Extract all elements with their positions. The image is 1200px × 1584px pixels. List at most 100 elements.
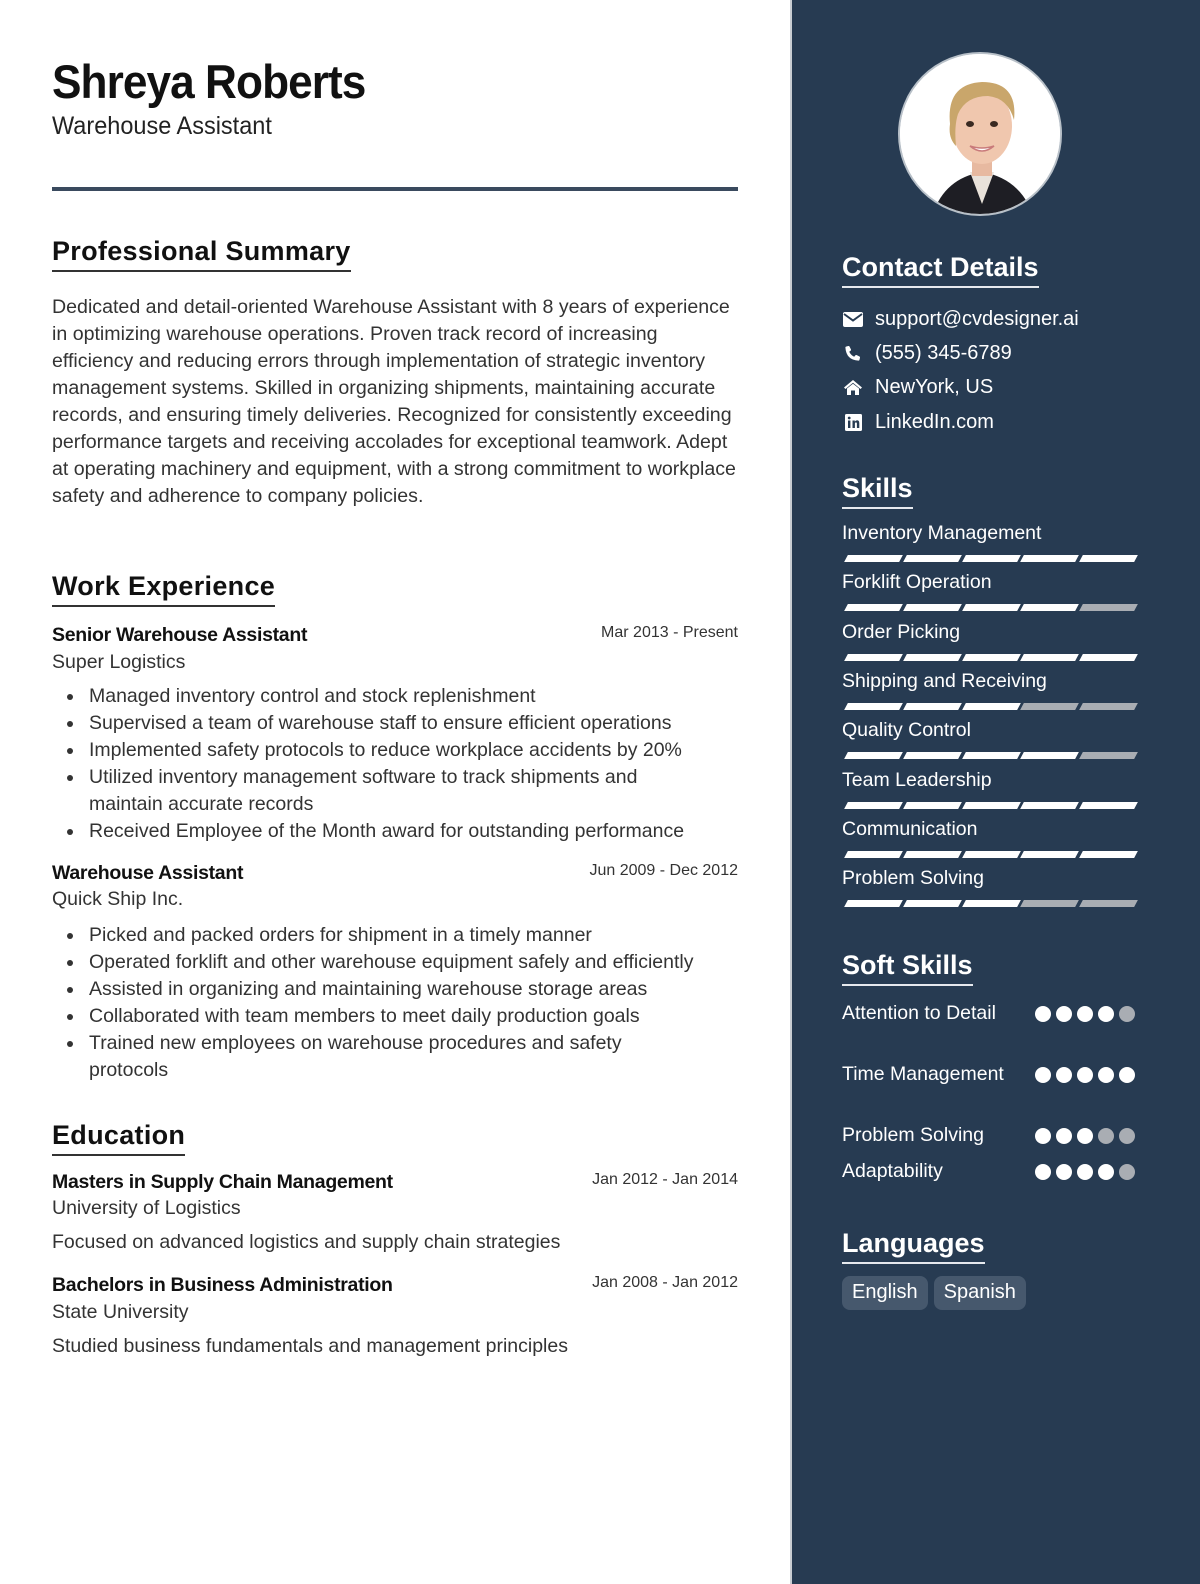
skill-segment-filled: [902, 604, 962, 612]
skill-label: Communication: [842, 817, 978, 840]
job-bullets: Picked and packed orders for shipment in…: [67, 922, 739, 1084]
rating-dot-filled: [1035, 1128, 1051, 1144]
skill-rating-bar: [844, 850, 1138, 858]
degree-title: Bachelors in Business Administration: [52, 1274, 393, 1296]
summary-heading: Professional Summary: [52, 236, 351, 272]
skill-segment-filled: [902, 555, 962, 562]
job-bullet: Utilized inventory management software t…: [67, 764, 699, 818]
soft-skill-label: Adaptability: [842, 1160, 943, 1182]
language-chip: Spanish: [933, 1276, 1026, 1310]
skills-heading: Skills: [842, 473, 913, 509]
contact-phone[interactable]: (555) 345-6789: [842, 339, 1012, 367]
contact-email[interactable]: support@cvdesigner.ai: [842, 305, 1079, 333]
rating-dot-filled: [1035, 1006, 1051, 1022]
soft-skill-label: Problem Solving: [842, 1124, 984, 1146]
skill-segment-filled: [961, 653, 1021, 661]
job-bullet: Operated forklift and other warehouse eq…: [67, 949, 739, 976]
contact-location: NewYork, US: [842, 373, 993, 401]
rating-dot-empty: [1119, 1128, 1135, 1144]
skill-segment-filled: [1079, 801, 1138, 809]
skill-label: Shipping and Receiving: [842, 669, 1047, 692]
job-bullet: Supervised a team of warehouse staff to …: [67, 710, 739, 737]
skill-rating-bar: [844, 555, 1138, 562]
soft-skill-rating: [1035, 1164, 1135, 1180]
skill-rating-bar: [844, 604, 1138, 612]
job-title: Warehouse Assistant: [52, 862, 244, 884]
skill-segment-filled: [902, 850, 962, 858]
skill-segment-filled: [1020, 850, 1080, 858]
skill-segment-empty: [1079, 702, 1138, 710]
skill-segment-filled: [902, 653, 962, 661]
rating-dot-filled: [1077, 1128, 1093, 1144]
soft-skill-rating: [1035, 1006, 1135, 1022]
skill-segment-filled: [1079, 555, 1138, 562]
home-icon: [842, 377, 864, 397]
job-bullet: Picked and packed orders for shipment in…: [67, 922, 739, 949]
sidebar: Contact Details support@cvdesigner.ai (5…: [790, 0, 1200, 1584]
skill-label: Quality Control: [842, 719, 971, 742]
degree-description: Focused on advanced logistics and supply…: [52, 1231, 561, 1253]
job-dates: Jun 2009 - Dec 2012: [589, 862, 738, 879]
soft-skills-heading: Soft Skills: [842, 950, 973, 986]
skill-label: Inventory Management: [842, 522, 1042, 544]
skill-segment-filled: [1020, 604, 1080, 612]
job-title: Senior Warehouse Assistant: [52, 624, 308, 646]
skill-segment-filled: [961, 752, 1021, 760]
skill-segment-filled: [902, 900, 962, 908]
degree-dates: Jan 2008 - Jan 2012: [592, 1274, 738, 1291]
soft-skill-label: Time Management: [842, 1063, 1004, 1085]
contact-linkedin[interactable]: LinkedIn.com: [842, 408, 994, 436]
skill-segment-filled: [1020, 653, 1080, 661]
skill-segment-empty: [1020, 900, 1080, 908]
skill-rating-bar: [844, 900, 1138, 908]
school-name: University of Logistics: [52, 1197, 241, 1219]
job-dates: Mar 2013 - Present: [601, 624, 738, 641]
skill-segment-filled: [844, 752, 903, 760]
job-bullet: Assisted in organizing and maintaining w…: [67, 976, 739, 1003]
education-heading: Education: [52, 1120, 186, 1156]
envelope-icon: [842, 309, 864, 329]
degree-dates: Jan 2012 - Jan 2014: [592, 1171, 738, 1188]
skill-segment-filled: [961, 850, 1021, 858]
soft-skill-rating: [1035, 1067, 1135, 1083]
skill-segment-filled: [844, 653, 903, 661]
rating-dot-filled: [1077, 1164, 1093, 1180]
rating-dot-filled: [1056, 1164, 1072, 1180]
rating-dot-filled: [1035, 1067, 1051, 1083]
languages-list: English Spanish: [842, 1276, 1026, 1310]
skill-rating-bar: [844, 752, 1138, 760]
soft-skill-label: Attention to Detail: [842, 1002, 996, 1024]
job-bullet: Trained new employees on warehouse proce…: [67, 1030, 679, 1084]
contact-phone-text: (555) 345-6789: [875, 341, 1012, 364]
rating-dot-filled: [1056, 1006, 1072, 1022]
linkedin-icon: [842, 412, 864, 432]
skill-segment-filled: [902, 702, 962, 710]
rating-dot-filled: [1077, 1067, 1093, 1083]
skill-segment-filled: [844, 555, 903, 562]
skill-segment-filled: [844, 900, 903, 908]
skill-segment-filled: [844, 850, 903, 858]
skill-segment-filled: [844, 702, 903, 710]
job-bullet: Received Employee of the Month award for…: [67, 818, 739, 845]
person-portrait-icon: [900, 54, 1060, 214]
rating-dot-empty: [1119, 1006, 1135, 1022]
skill-segment-filled: [961, 604, 1021, 612]
header-divider: [52, 187, 738, 191]
skill-segment-filled: [902, 752, 962, 760]
candidate-name: Shreya Roberts: [52, 55, 366, 108]
job-company: Quick Ship Inc.: [52, 888, 184, 910]
degree-description: Studied business fundamentals and manage…: [52, 1335, 568, 1357]
summary-text: Dedicated and detail-oriented Warehouse …: [52, 296, 736, 507]
phone-icon: [842, 343, 864, 363]
skill-segment-filled: [1020, 555, 1080, 562]
rating-dot-filled: [1056, 1067, 1072, 1083]
skill-rating-bar: [844, 801, 1138, 809]
skill-segment-filled: [844, 604, 903, 612]
skill-label: Order Picking: [842, 620, 961, 643]
job-bullet: Implemented safety protocols to reduce w…: [67, 737, 739, 764]
skill-label: Forklift Operation: [842, 571, 992, 594]
skill-segment-empty: [1020, 702, 1080, 710]
experience-heading: Work Experience: [52, 571, 276, 607]
skill-segment-empty: [1079, 752, 1138, 760]
rating-dot-filled: [1098, 1164, 1114, 1180]
